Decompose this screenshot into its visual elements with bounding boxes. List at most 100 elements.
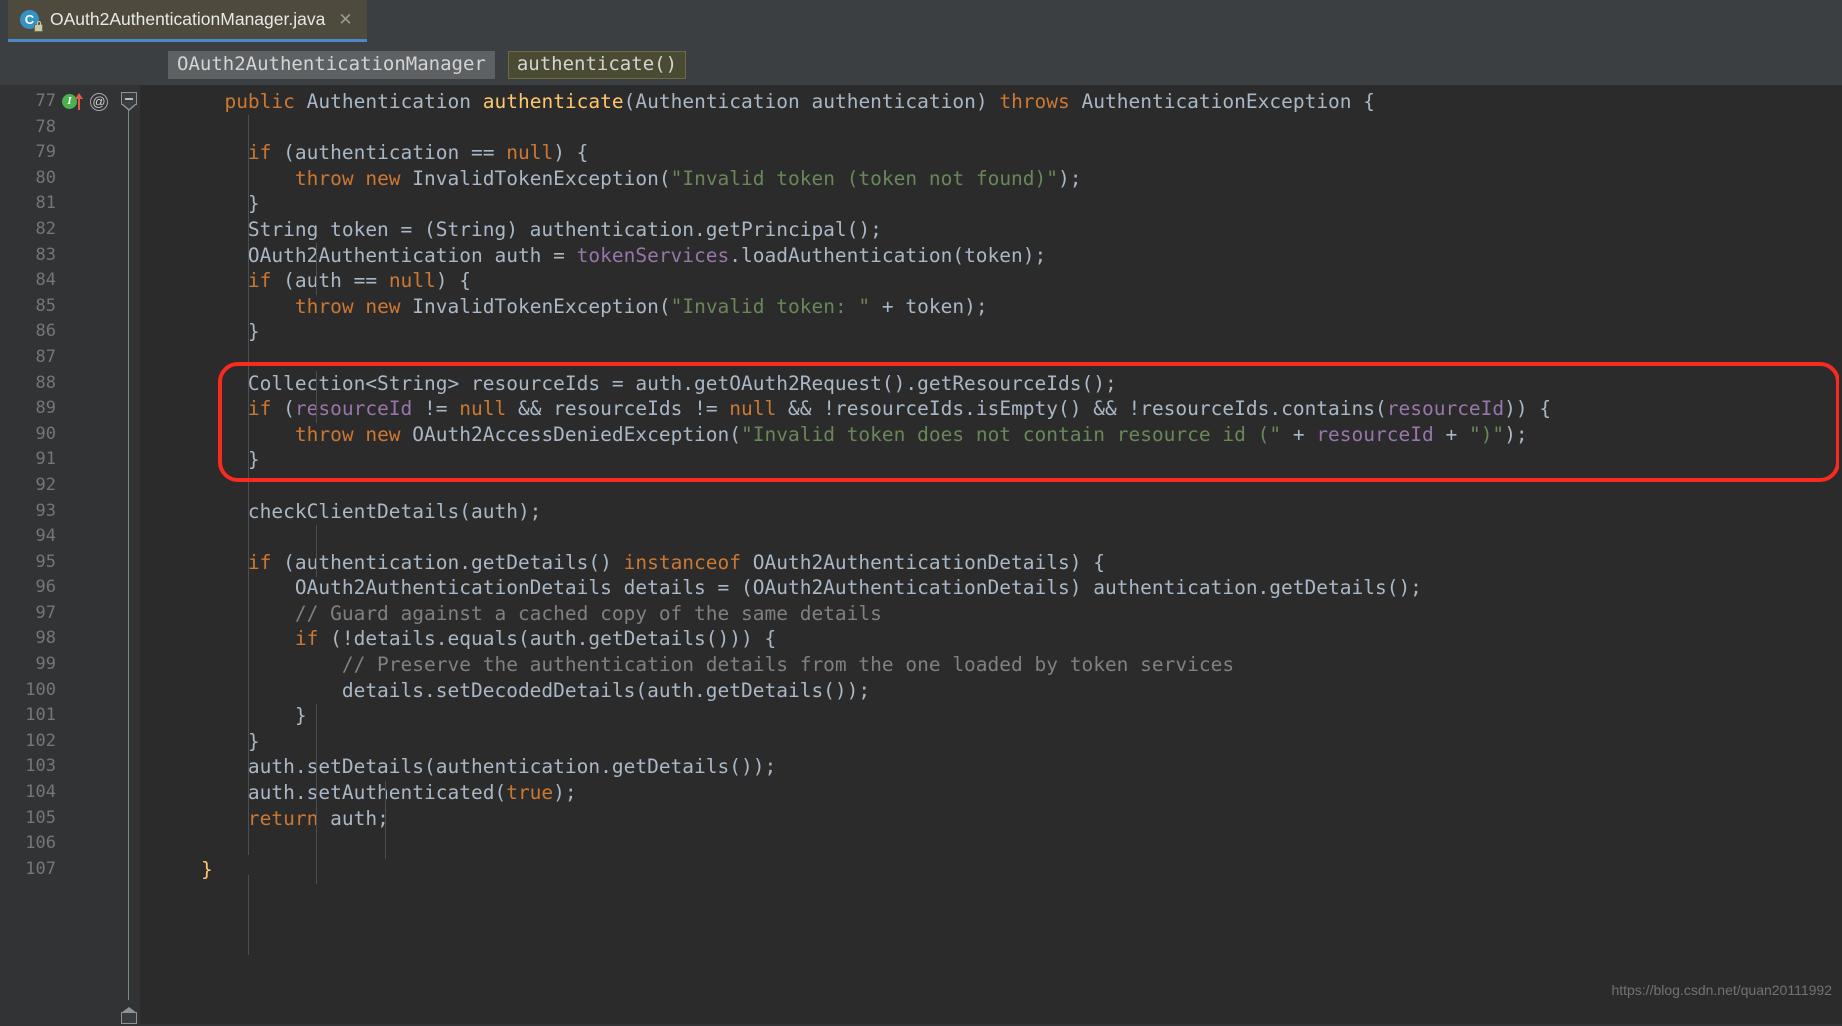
annotation-at-icon[interactable]: @ (90, 92, 108, 111)
code-line[interactable]: } (140, 447, 1842, 473)
code-token: throw new (294, 166, 401, 190)
code-line[interactable] (140, 473, 1842, 499)
breadcrumb-item-class[interactable]: OAuth2AuthenticationManager (168, 50, 495, 80)
code-line[interactable]: throw new InvalidTokenException("Invalid… (140, 294, 1842, 320)
code-line[interactable]: } (140, 703, 1842, 729)
code-line[interactable]: } (140, 857, 1842, 883)
code-token: && resourceIds != (506, 397, 730, 421)
code-line[interactable]: checkClientDetails(auth); (140, 499, 1842, 525)
fold-region-end-icon[interactable] (121, 1007, 137, 1024)
code-line[interactable]: // Guard against a cached copy of the sa… (140, 601, 1842, 627)
code-token: instanceof (623, 550, 742, 574)
fold-collapse-icon[interactable] (121, 92, 137, 111)
code-token: } (154, 448, 260, 472)
code-line[interactable] (140, 115, 1842, 141)
code-token: .loadAuthentication(token); (729, 243, 1047, 267)
editor-gutter[interactable]: 77 78 79 80 81 82 83 84 85 86 87 88 89 90 91 92 93 94 95 96… (0, 85, 118, 1026)
gutter-line-number: 97 (35, 602, 56, 623)
code-line[interactable] (140, 831, 1842, 857)
code-line[interactable]: public Authentication authenticate(Authe… (140, 89, 1842, 115)
code-text-area[interactable]: public Authentication authenticate(Authe… (140, 85, 1842, 1026)
code-line[interactable]: throw new InvalidTokenException("Invalid… (140, 166, 1842, 192)
code-token: throw new (294, 422, 401, 446)
code-token: ) { (553, 141, 589, 165)
java-class-icon: C (20, 9, 43, 32)
code-token: } (154, 729, 260, 753)
code-line[interactable]: details.setDecodedDetails(auth.getDetail… (140, 678, 1842, 704)
breadcrumb-item-method[interactable]: authenticate() (507, 50, 687, 80)
gutter-line-number: 89 (35, 398, 56, 419)
code-line[interactable] (140, 345, 1842, 371)
code-editor[interactable]: 77 78 79 80 81 82 83 84 85 86 87 88 89 90 91 92 93 94 95 96… (0, 85, 1842, 1026)
indent-guide (316, 371, 317, 423)
code-line[interactable]: auth.setAuthenticated(true); (140, 780, 1842, 806)
code-token: if (247, 141, 272, 165)
code-token: (auth == (271, 269, 389, 293)
overriding-method-arrow-icon[interactable] (74, 93, 85, 111)
code-token: if (294, 627, 319, 651)
code-token: } (154, 320, 260, 344)
code-line[interactable]: String token = (String) authentication.g… (140, 217, 1842, 243)
code-token: resourceId (294, 397, 413, 421)
code-line[interactable]: } (140, 319, 1842, 345)
gutter-line-number: 94 (35, 526, 56, 547)
gutter-marker-group[interactable]: I @ (62, 89, 108, 115)
code-token: null (506, 141, 554, 165)
code-token: != (412, 397, 460, 421)
indent-guide (316, 704, 317, 884)
code-token: } (154, 857, 213, 881)
code-line[interactable]: if (resourceId != null && resourceIds !=… (140, 396, 1842, 422)
code-line[interactable]: Collection<String> resourceIds = auth.ge… (140, 371, 1842, 397)
code-token: OAuth2AuthenticationDetails) { (741, 550, 1105, 574)
code-token: + (1281, 422, 1317, 446)
gutter-line-number: 96 (35, 577, 56, 598)
code-line[interactable]: OAuth2Authentication auth = tokenService… (140, 243, 1842, 269)
code-line[interactable]: auth.setDetails(authentication.getDetail… (140, 754, 1842, 780)
code-token: tokenServices (576, 243, 730, 267)
code-token: if (247, 269, 272, 293)
code-line[interactable]: if (authentication.getDetails() instance… (140, 550, 1842, 576)
code-folding-strip[interactable] (118, 85, 140, 1026)
code-token: resourceId (1316, 422, 1434, 446)
code-line[interactable]: if (!details.equals(auth.getDetails())) … (140, 626, 1842, 652)
close-icon[interactable]: ✕ (338, 11, 352, 28)
code-line[interactable]: // Preserve the authentication details f… (140, 652, 1842, 678)
code-line[interactable]: if (auth == null) { (140, 268, 1842, 294)
gutter-line-number: 86 (35, 321, 56, 342)
code-token: && !resourceIds.isEmpty() && !resourceId… (776, 397, 1387, 421)
code-token: ) { (435, 269, 472, 293)
gutter-line-number: 98 (35, 628, 56, 649)
fold-region-line (128, 107, 129, 1000)
code-line[interactable]: } (140, 191, 1842, 217)
gutter-line-number: 95 (35, 551, 56, 572)
code-token: if (247, 550, 272, 574)
gutter-line-number: 99 (35, 654, 56, 675)
code-token: authenticate (482, 90, 624, 113)
breadcrumb: OAuth2AuthenticationManager authenticate… (0, 45, 1842, 85)
code-token: null (388, 269, 436, 293)
code-token: (!details.equals(auth.getDetails())) { (318, 627, 777, 651)
code-line[interactable]: } (140, 729, 1842, 755)
indent-guide (385, 781, 386, 859)
code-token: throws (999, 90, 1070, 113)
code-line[interactable] (140, 524, 1842, 550)
code-token: null (729, 397, 777, 421)
code-token: "Invalid token (token not found)" (670, 166, 1059, 190)
code-token: (authentication.getDetails() (271, 550, 624, 574)
editor-tab-oauth2authenticationmanager[interactable]: C OAuth2AuthenticationManager.java ✕ (8, 0, 367, 42)
code-token: auth.setAuthenticated( (154, 781, 507, 805)
code-line[interactable]: OAuth2AuthenticationDetails details = (O… (140, 575, 1842, 601)
code-token: Collection<String> resourceIds = auth.ge… (154, 371, 1117, 395)
code-token: if (247, 397, 272, 421)
code-line[interactable]: return auth; (140, 806, 1842, 832)
code-token: )) { (1504, 397, 1552, 421)
gutter-line-number: 79 (35, 142, 56, 163)
indent-guide (248, 875, 249, 955)
code-line[interactable]: if (authentication == null) { (140, 140, 1842, 166)
code-line[interactable]: throw new OAuth2AccessDeniedException("I… (140, 422, 1842, 448)
code-token: ")" (1468, 422, 1505, 446)
code-token: ( (271, 397, 295, 421)
